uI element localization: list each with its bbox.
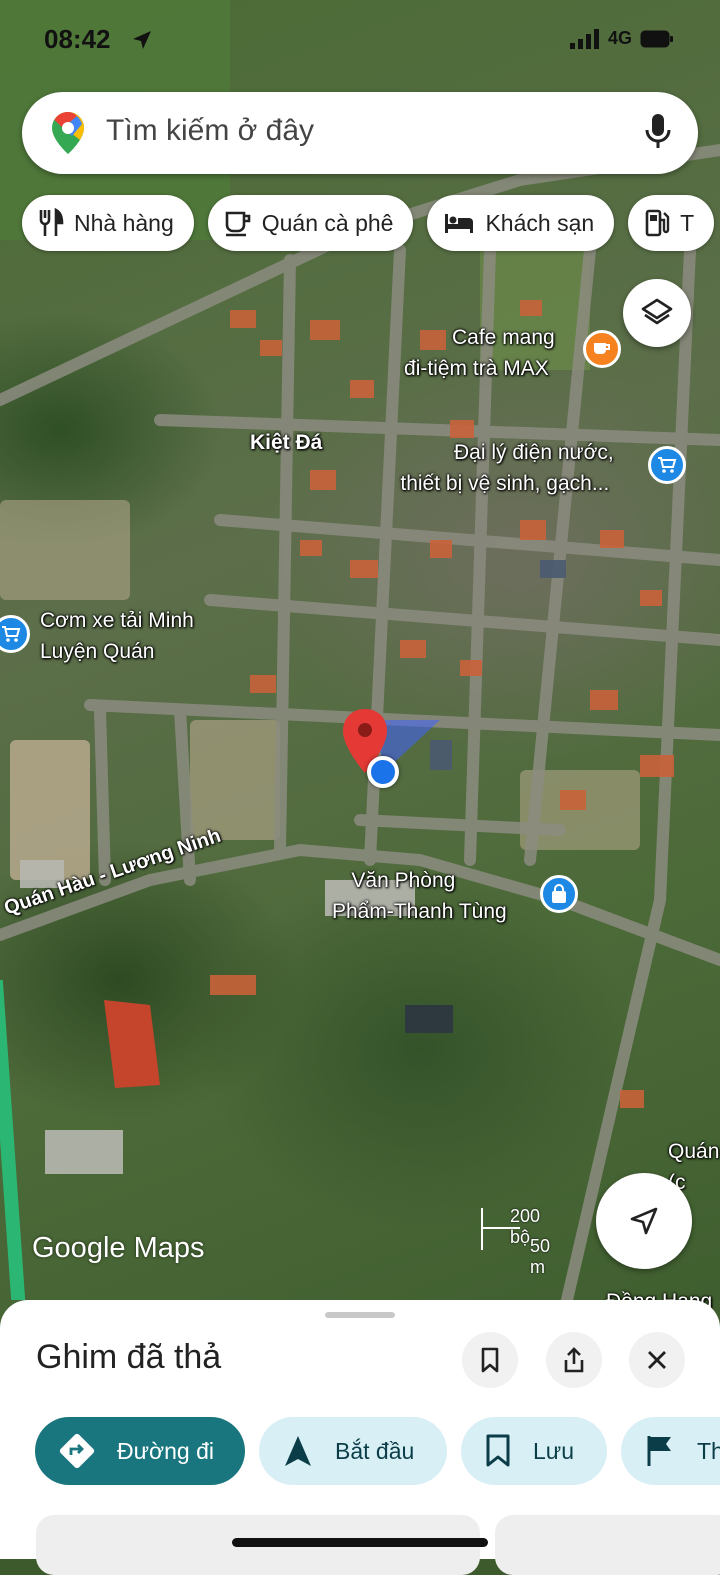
chip-coffee[interactable]: Quán cà phê [207, 195, 414, 251]
label-button[interactable]: Th [621, 1417, 720, 1485]
my-location-button[interactable] [596, 1173, 692, 1269]
share-button[interactable] [546, 1332, 602, 1388]
battery-icon [640, 30, 673, 47]
close-icon [648, 1351, 666, 1369]
start-button[interactable]: Bắt đầu [259, 1417, 447, 1485]
place-label-cafe[interactable]: Cafe mang đi-tiệm trà MAX [404, 322, 555, 384]
sheet-drag-handle[interactable] [325, 1312, 395, 1318]
coffee-icon [225, 211, 251, 237]
sheet-title: Ghim đã thả [36, 1338, 222, 1376]
chip-gas[interactable]: T [628, 195, 715, 251]
gas-station-icon [645, 209, 670, 237]
search-placeholder: Tìm kiếm ở đây [106, 114, 315, 147]
shopping-bag-poi-icon[interactable] [540, 875, 578, 913]
bookmark-icon [486, 1434, 510, 1467]
save-bookmark-button[interactable] [462, 1332, 518, 1388]
area-label-kiet-da: Kiệt Đá [250, 431, 323, 454]
hotel-icon [445, 214, 474, 233]
google-maps-pin-logo-icon [52, 112, 84, 154]
bottom-sheet[interactable]: Ghim đã thả Đường đi Bắt đầu Lưu Th [0, 1300, 720, 1575]
info-card[interactable] [495, 1515, 720, 1575]
chip-restaurant[interactable]: Nhà hàng [22, 195, 194, 251]
search-bar[interactable]: Tìm kiếm ở đây [22, 92, 698, 174]
navigation-arrow-icon [285, 1436, 311, 1466]
place-label-dai-ly[interactable]: Đại lý điện nước, thiết bị vệ sinh, gạch… [396, 437, 613, 499]
my-location-dot [367, 756, 399, 788]
flag-icon [647, 1436, 671, 1466]
layers-icon [641, 298, 673, 325]
microphone-icon[interactable] [644, 112, 672, 152]
signal-icon [569, 28, 599, 49]
navigation-arrow-icon [630, 1207, 658, 1235]
chip-hotel[interactable]: Khách sạn [427, 195, 615, 251]
place-label-van-phong[interactable]: Văn Phòng Phẩm-Thanh Tùng [332, 865, 507, 927]
network-type: 4G [607, 28, 632, 48]
google-maps-logo: Google Maps [32, 1232, 205, 1264]
location-arrow-icon [133, 31, 151, 49]
shopping-cart-poi-icon[interactable] [648, 446, 686, 484]
directions-button[interactable]: Đường đi [35, 1417, 245, 1485]
restaurant-icon [39, 208, 64, 236]
bookmark-icon [481, 1347, 499, 1373]
cafe-poi-icon[interactable] [583, 330, 621, 368]
home-indicator[interactable] [232, 1538, 488, 1547]
status-time: 08:42 [44, 24, 111, 54]
place-label-com-xe[interactable]: Cơm xe tải Minh Luyện Quán [40, 605, 194, 667]
category-chips: Nhà hàng Quán cà phê Khách sạn T [22, 195, 715, 251]
share-icon [564, 1347, 584, 1373]
close-button[interactable] [629, 1332, 685, 1388]
directions-icon [59, 1433, 95, 1469]
status-bar: 08:42 4G [0, 22, 720, 62]
action-chips: Đường đi Bắt đầu Lưu Th [35, 1417, 720, 1485]
save-button[interactable]: Lưu [461, 1417, 607, 1485]
layers-button[interactable] [623, 279, 691, 347]
